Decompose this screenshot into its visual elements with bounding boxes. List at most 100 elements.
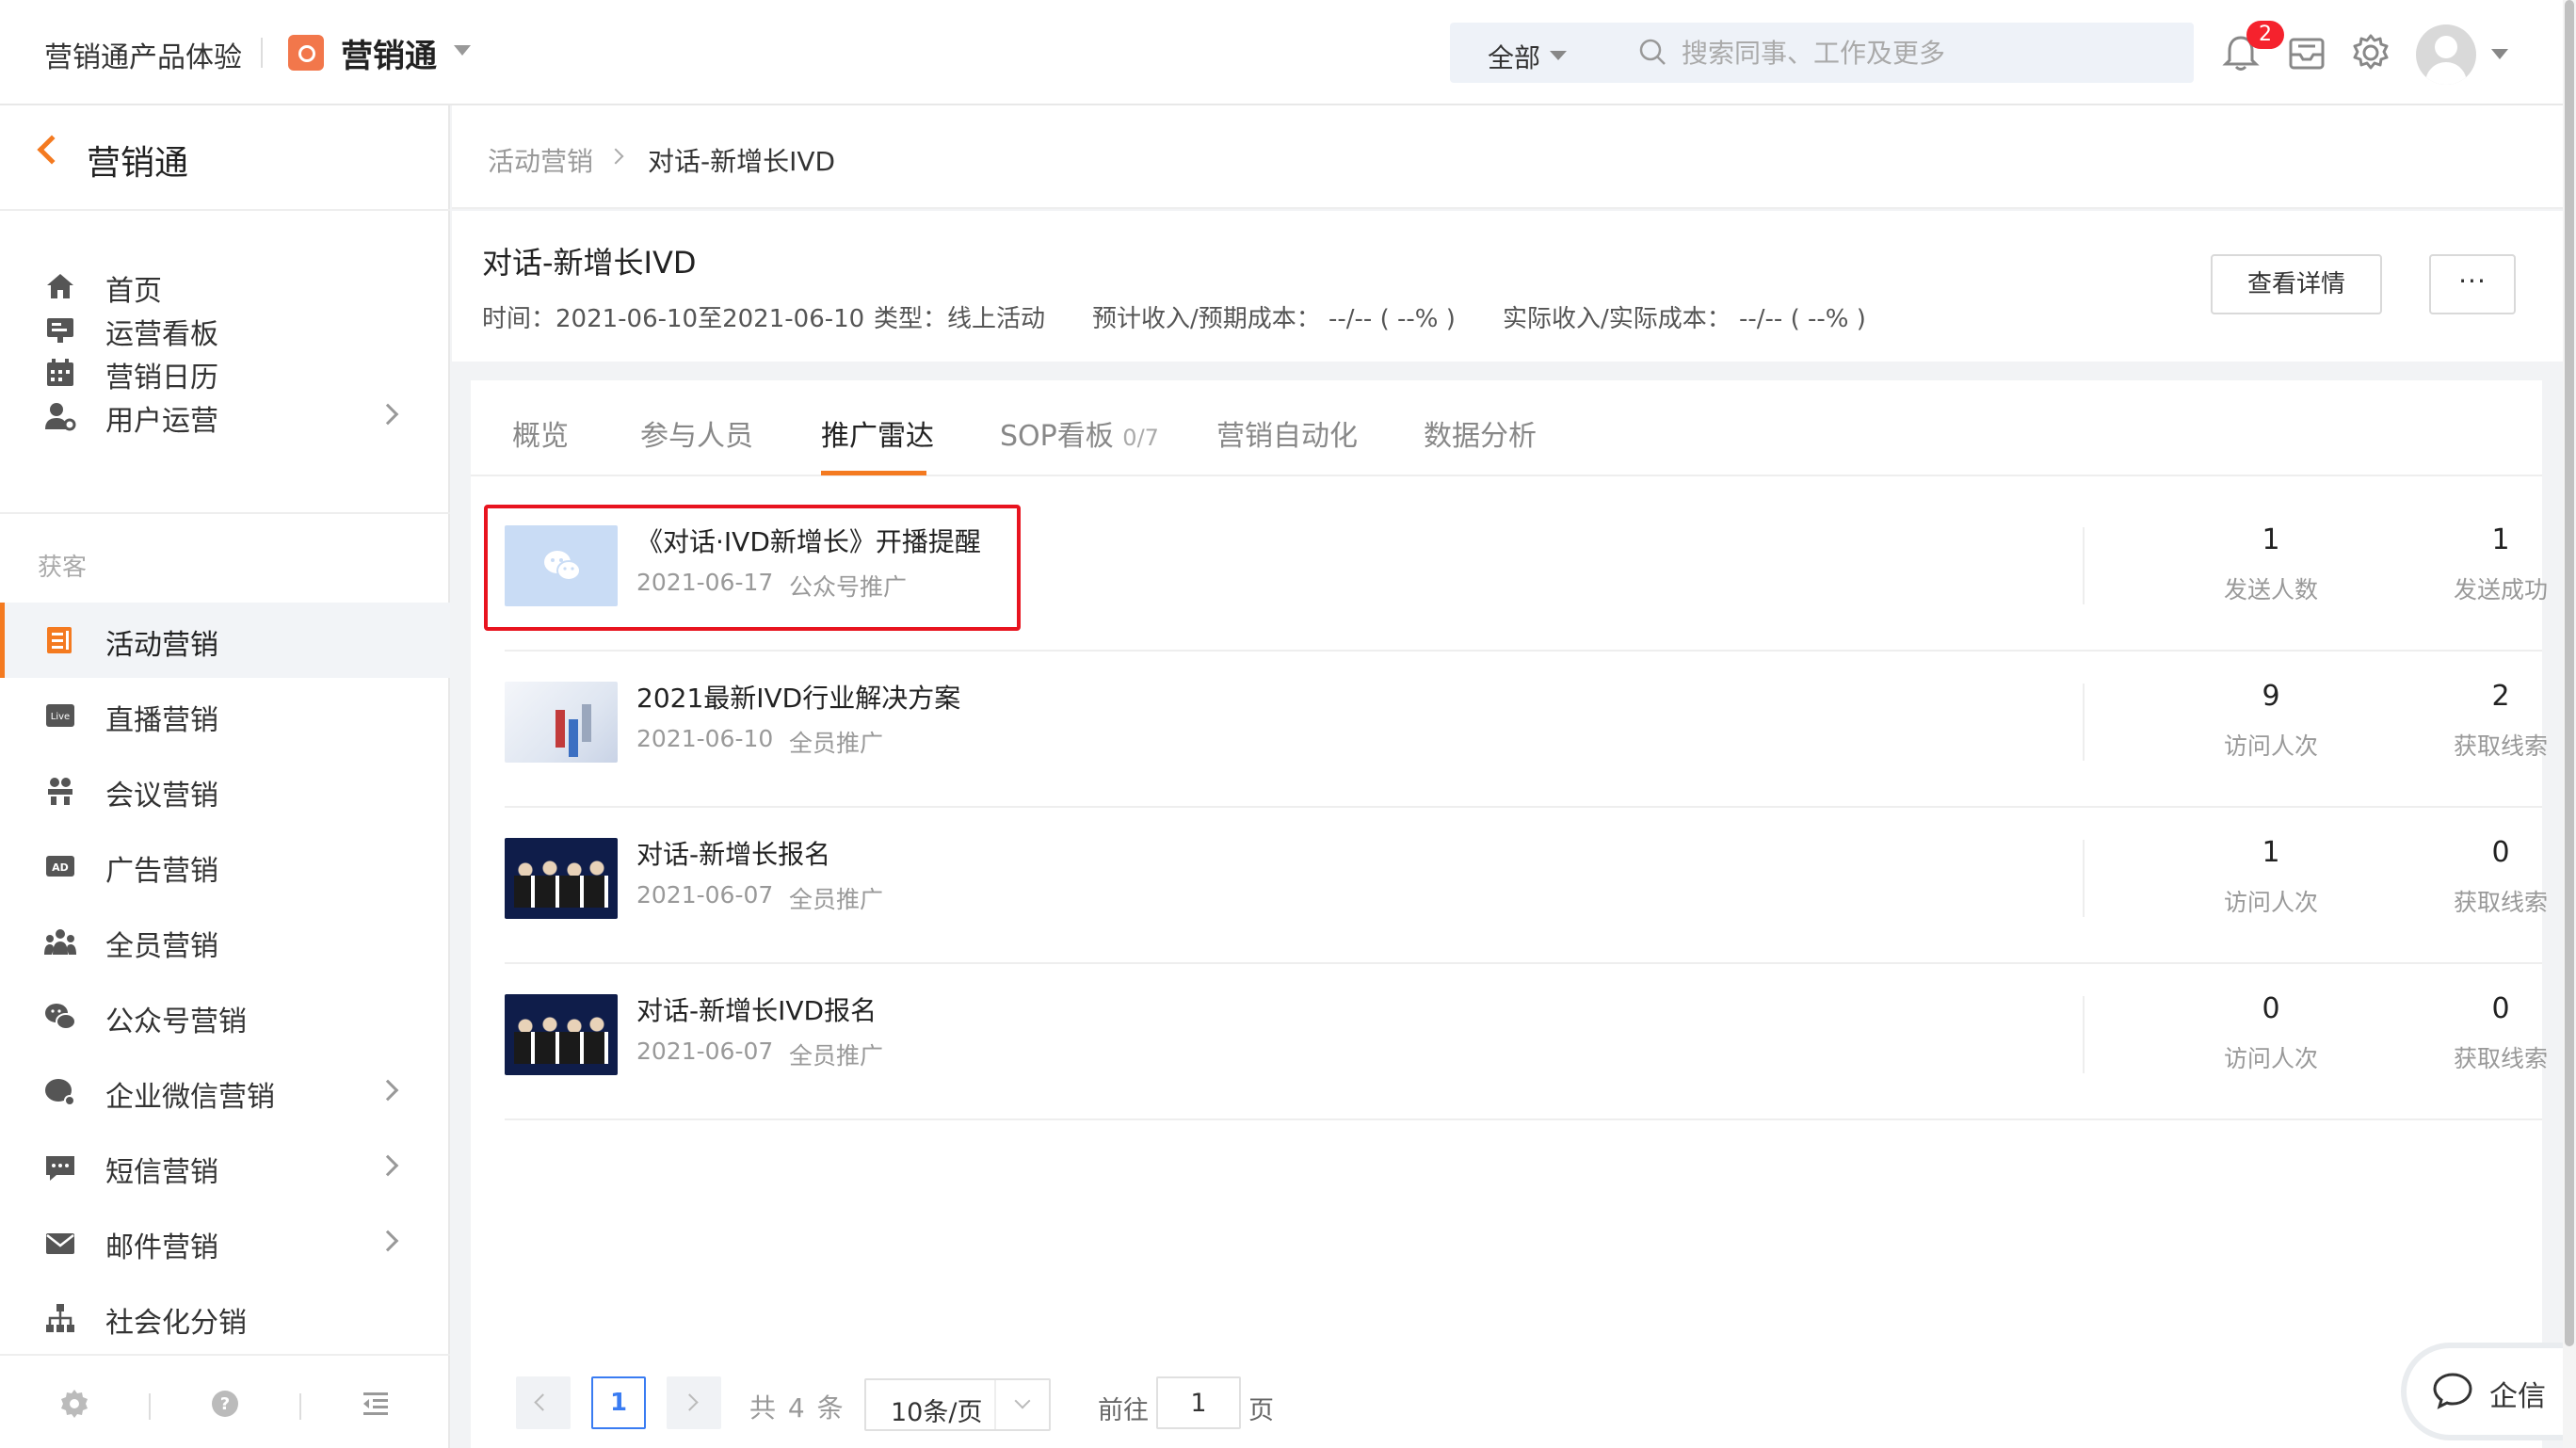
tab-promotion-radar[interactable]: 推广雷达: [821, 412, 934, 454]
help-icon[interactable]: ?: [209, 1388, 241, 1420]
sidebar-item-label: 用户运营: [105, 405, 218, 438]
breadcrumb-parent-link[interactable]: 活动营销: [488, 141, 593, 179]
item-title[interactable]: 对话-新增长IVD报名: [636, 990, 877, 1028]
gear-icon[interactable]: [2350, 32, 2391, 73]
chevron-right-icon: [377, 1230, 399, 1252]
stat-secondary: 2 获取线索: [2425, 680, 2576, 762]
top-bar: 营销通产品体验 营销通 全部 2: [0, 0, 2563, 105]
campaign-header: 对话-新增长IVD 时间：2021-06-10至2021-06-10 类型：线上…: [452, 211, 2563, 362]
wechat-icon: [45, 1004, 76, 1030]
next-page-button[interactable]: [667, 1376, 721, 1429]
user-ops-icon: [45, 403, 76, 431]
divider: [0, 209, 450, 211]
avatar[interactable]: [2416, 24, 2476, 85]
qixin-chat-button[interactable]: 企信: [2407, 1348, 2563, 1435]
tab-sop-board[interactable]: SOP看板 0/7: [1000, 412, 1159, 454]
chevron-right-icon: [377, 1154, 399, 1177]
list-item[interactable]: 对话-新增长报名 2021-06-07 全员推广 1 访问人次 0 获取线索: [505, 808, 2548, 964]
tab-bar: 概览 参与人员 推广雷达 SOP看板 0/7 营销自动化 数据分析: [471, 380, 2542, 476]
sidebar-item-social-distribution[interactable]: 社会化分销: [0, 1280, 450, 1356]
search-input[interactable]: [1682, 32, 2171, 73]
stat-secondary: 0 获取线索: [2425, 992, 2576, 1074]
chevron-right-icon: [377, 403, 399, 426]
stat-label: 获取线索: [2453, 1045, 2548, 1072]
stat-value: 0: [2491, 836, 2510, 869]
sidebar-item-ad-marketing[interactable]: AD 广告营销: [0, 829, 450, 904]
search-scope-select[interactable]: 全部: [1488, 38, 1540, 75]
org-name[interactable]: 营销通产品体验: [44, 34, 242, 75]
sidebar-item-label: 邮件营销: [105, 1231, 218, 1264]
active-tab-indicator: [821, 471, 926, 475]
ad-icon: AD: [46, 856, 74, 877]
wecom-icon: [45, 1079, 75, 1106]
stat-label: 获取线索: [2453, 889, 2548, 916]
sidebar-item-wecom-marketing[interactable]: 企业微信营销: [0, 1054, 450, 1130]
stat-label: 访问人次: [2223, 732, 2318, 760]
team-icon: [44, 929, 76, 955]
item-title[interactable]: 2021最新IVD行业解决方案: [636, 678, 960, 716]
item-title[interactable]: 对话-新增长报名: [636, 834, 830, 872]
meeting-icon: [48, 778, 72, 805]
app-switcher[interactable]: 营销通: [341, 30, 437, 76]
svg-text:?: ?: [220, 1394, 230, 1414]
scrollbar-thumb[interactable]: [2565, 0, 2574, 1346]
inbox-icon[interactable]: [2286, 32, 2327, 73]
divider: [2083, 840, 2085, 917]
sidebar-item-team-marketing[interactable]: 全员营销: [0, 904, 450, 979]
stat-label: 发送成功: [2453, 576, 2548, 603]
notification-badge: 2: [2246, 21, 2284, 49]
view-detail-button[interactable]: 查看详情: [2211, 254, 2382, 314]
list-item[interactable]: 对话-新增长IVD报名 2021-06-07 全员推广 0 访问人次 0 获取线…: [505, 964, 2548, 1120]
item-date: 2021-06-07: [636, 881, 774, 909]
stat-primary: 0 访问人次: [2196, 992, 2346, 1074]
back-arrow-icon[interactable]: [37, 135, 67, 165]
thumbnail: [505, 994, 618, 1075]
tab-data-analysis[interactable]: 数据分析: [1424, 412, 1537, 454]
activity-icon: [47, 627, 72, 653]
tab-label: SOP看板: [1000, 420, 1114, 453]
chevron-down-icon[interactable]: [2491, 49, 2508, 59]
chevron-right-icon: [377, 1079, 399, 1102]
tab-participants[interactable]: 参与人员: [640, 412, 753, 454]
sidebar-item-user-ops[interactable]: 用户运营: [0, 378, 450, 454]
gear-icon[interactable]: [58, 1388, 90, 1420]
page-number-current[interactable]: 1: [591, 1376, 646, 1429]
divider: [149, 1393, 151, 1420]
prev-page-button[interactable]: [516, 1376, 571, 1429]
mail-icon: [46, 1233, 74, 1254]
org-tree-icon: [46, 1304, 74, 1332]
qixin-label: 企信: [2489, 1380, 2546, 1413]
goto-page-input[interactable]: [1156, 1376, 1241, 1429]
sidebar-item-live-marketing[interactable]: Live 直播营销: [0, 678, 450, 753]
divider: [299, 1393, 301, 1420]
divider: [261, 38, 263, 68]
thumbnail: [505, 838, 618, 919]
item-type: 全员推广: [789, 886, 884, 913]
sidebar-group-label: 获客: [38, 554, 88, 582]
sidebar-item-activity-marketing[interactable]: 活动营销: [0, 603, 450, 678]
stat-value: 1: [2262, 523, 2280, 556]
sidebar-item-meeting-marketing[interactable]: 会议营销: [0, 753, 450, 829]
sidebar-item-label: 广告营销: [105, 855, 218, 888]
page-title: 对话-新增长IVD: [482, 245, 697, 281]
sidebar-item-wechat-marketing[interactable]: 公众号营销: [0, 979, 450, 1054]
sidebar-item-mail-marketing[interactable]: 邮件营销: [0, 1205, 450, 1280]
sidebar-item-label: 活动营销: [105, 629, 218, 662]
tab-overview[interactable]: 概览: [512, 412, 569, 454]
more-button[interactable]: ···: [2429, 254, 2516, 314]
tab-marketing-automation[interactable]: 营销自动化: [1216, 412, 1358, 454]
page-size-select[interactable]: 10条/页: [864, 1378, 1051, 1431]
sidebar-item-label: 公众号营销: [105, 1006, 247, 1038]
collapse-menu-icon[interactable]: [360, 1388, 392, 1420]
sidebar: 营销通 首页 运营看板 营销日历 用户运营 获客 活动营销 Live 直播营销 …: [0, 105, 450, 1448]
app-logo-icon: [288, 35, 324, 71]
chevron-down-icon[interactable]: [1550, 51, 1567, 60]
chevron-down-icon: [1014, 1392, 1031, 1409]
goto-label: 前往: [1098, 1396, 1149, 1425]
list-item[interactable]: 2021最新IVD行业解决方案 2021-06-10 全员推广 9 访问人次 2…: [505, 652, 2548, 808]
chevron-down-icon[interactable]: [454, 45, 471, 56]
svg-text:AD: AD: [52, 861, 69, 874]
sidebar-item-sms-marketing[interactable]: 短信营销: [0, 1130, 450, 1205]
search-icon: [1639, 39, 1666, 65]
divider: [2083, 996, 2085, 1073]
